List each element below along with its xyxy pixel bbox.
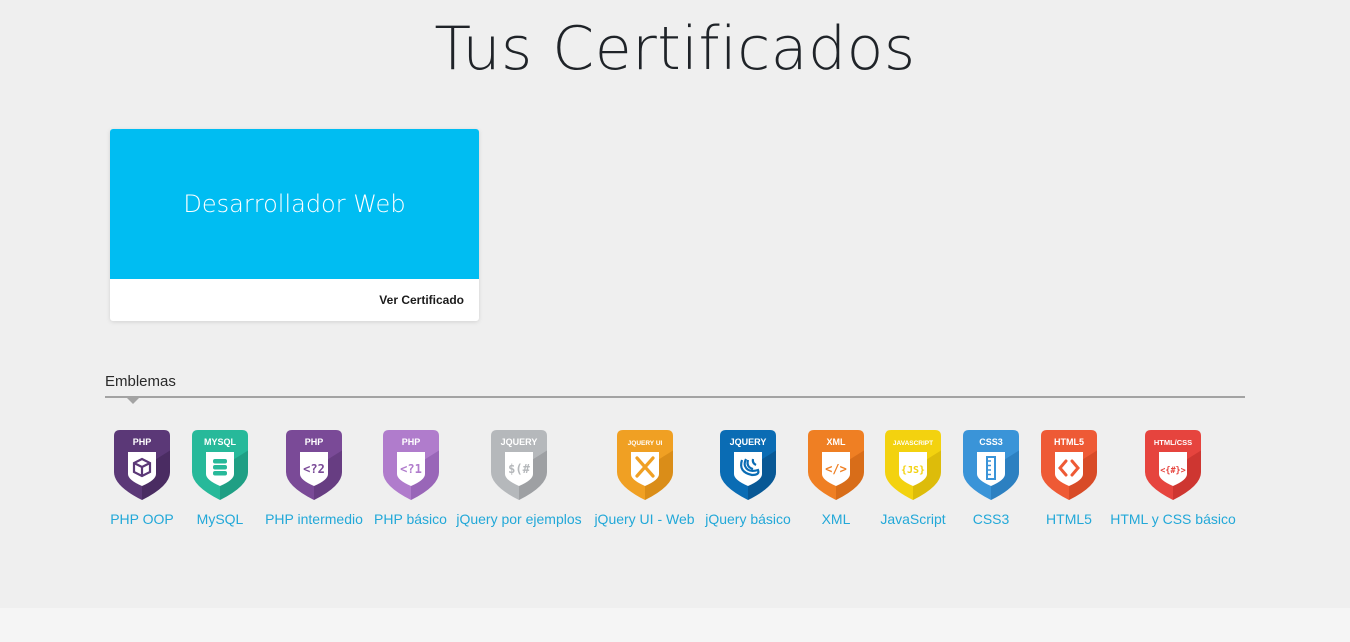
badge-glyph: <?1 [400, 462, 422, 476]
badge-item[interactable]: JAVASCRIPT {JS} JavaScript [878, 428, 948, 527]
badge-name[interactable]: XML [802, 511, 870, 527]
badge-tag: XML [827, 437, 847, 447]
badge-tag: MYSQL [204, 437, 237, 447]
code-tag-icon: XML </> [808, 430, 864, 500]
badge-tag: JQUERY [730, 437, 767, 447]
badge-name[interactable]: CSS3 [957, 511, 1025, 527]
certificate-banner: Desarrollador Web [110, 129, 479, 279]
view-certificate-link[interactable]: Ver Certificado [379, 293, 464, 307]
badge-item[interactable]: JQUERY UI jQuery UI - Web [592, 428, 697, 527]
badge-name[interactable]: PHP intermedio [263, 511, 365, 527]
badge-glyph: {JS} [901, 465, 925, 476]
page-background: Tus Certificados Desarrollador Web Ver C… [0, 0, 1350, 608]
badge-item[interactable]: CSS3 CSS3 [957, 428, 1025, 527]
badge-name[interactable]: PHP básico [372, 511, 449, 527]
tools-icon: JQUERY UI [616, 430, 673, 500]
badge-tag: PHP [133, 437, 152, 447]
badge-item[interactable]: MYSQL MySQL [186, 428, 254, 527]
badge-tag: JQUERY UI [627, 440, 662, 447]
page-title: Tus Certificados [434, 14, 916, 84]
php-intermediate-icon: PHP <?2 [286, 430, 342, 500]
ruler-icon: CSS3 [963, 430, 1019, 500]
cube-icon: PHP [114, 430, 170, 500]
badge-item[interactable]: PHP PHP OOP [108, 428, 176, 527]
jquery-logo-icon: JQUERY [720, 430, 776, 500]
badge-glyph: $(# [508, 462, 530, 476]
badge-glyph: </> [825, 462, 847, 476]
badge-glyph: <?2 [303, 462, 325, 476]
badge-item[interactable]: JQUERY jQuery básico [703, 428, 793, 527]
badges-list: PHP PHP OOP MYSQL MySQL PHP <?2 PHP intermedio… [0, 428, 1350, 538]
section-divider [105, 396, 1245, 398]
badge-item[interactable]: XML </> XML [802, 428, 870, 527]
badge-tag: JQUERY [501, 437, 538, 447]
badge-item[interactable]: HTML5 HTML5 [1035, 428, 1103, 527]
badge-name[interactable]: jQuery UI - Web [592, 511, 697, 527]
php-basic-icon: PHP <?1 [382, 430, 439, 500]
badge-tag: HTML5 [1054, 437, 1084, 447]
badge-glyph: <{#}> [1160, 466, 1186, 476]
certificate-footer: Ver Certificado [110, 279, 479, 321]
badge-item[interactable]: PHP <?2 PHP intermedio [263, 428, 365, 527]
badge-item[interactable]: HTML/CSS <{#}> HTML y CSS básico [1108, 428, 1238, 527]
jquery-selector-icon: JQUERY $(# [491, 430, 547, 500]
badge-name[interactable]: HTML y CSS básico [1108, 511, 1238, 527]
certificate-card[interactable]: Desarrollador Web Ver Certificado [110, 129, 479, 321]
badge-tag: HTML/CSS [1154, 438, 1192, 447]
js-icon: JAVASCRIPT {JS} [885, 430, 941, 500]
html-css-icon: HTML/CSS <{#}> [1145, 430, 1201, 500]
badge-item[interactable]: PHP <?1 PHP básico [372, 428, 449, 527]
footer-band [0, 608, 1350, 642]
badge-tag: PHP [401, 437, 420, 447]
html5-icon: HTML5 [1041, 430, 1097, 500]
badge-name[interactable]: jQuery por ejemplos [454, 511, 584, 527]
badge-name[interactable]: MySQL [186, 511, 254, 527]
badge-name[interactable]: JavaScript [878, 511, 948, 527]
database-icon: MYSQL [192, 430, 248, 500]
badge-name[interactable]: jQuery básico [703, 511, 793, 527]
badge-item[interactable]: JQUERY $(# jQuery por ejemplos [454, 428, 584, 527]
badge-name[interactable]: PHP OOP [108, 511, 176, 527]
badges-section-label: Emblemas [105, 373, 176, 390]
section-caret-icon [127, 398, 139, 404]
badge-tag: CSS3 [979, 437, 1003, 447]
certificate-title: Desarrollador Web [183, 190, 406, 218]
badge-tag: PHP [305, 437, 324, 447]
badge-tag: JAVASCRIPT [893, 440, 933, 447]
badge-name[interactable]: HTML5 [1035, 511, 1103, 527]
